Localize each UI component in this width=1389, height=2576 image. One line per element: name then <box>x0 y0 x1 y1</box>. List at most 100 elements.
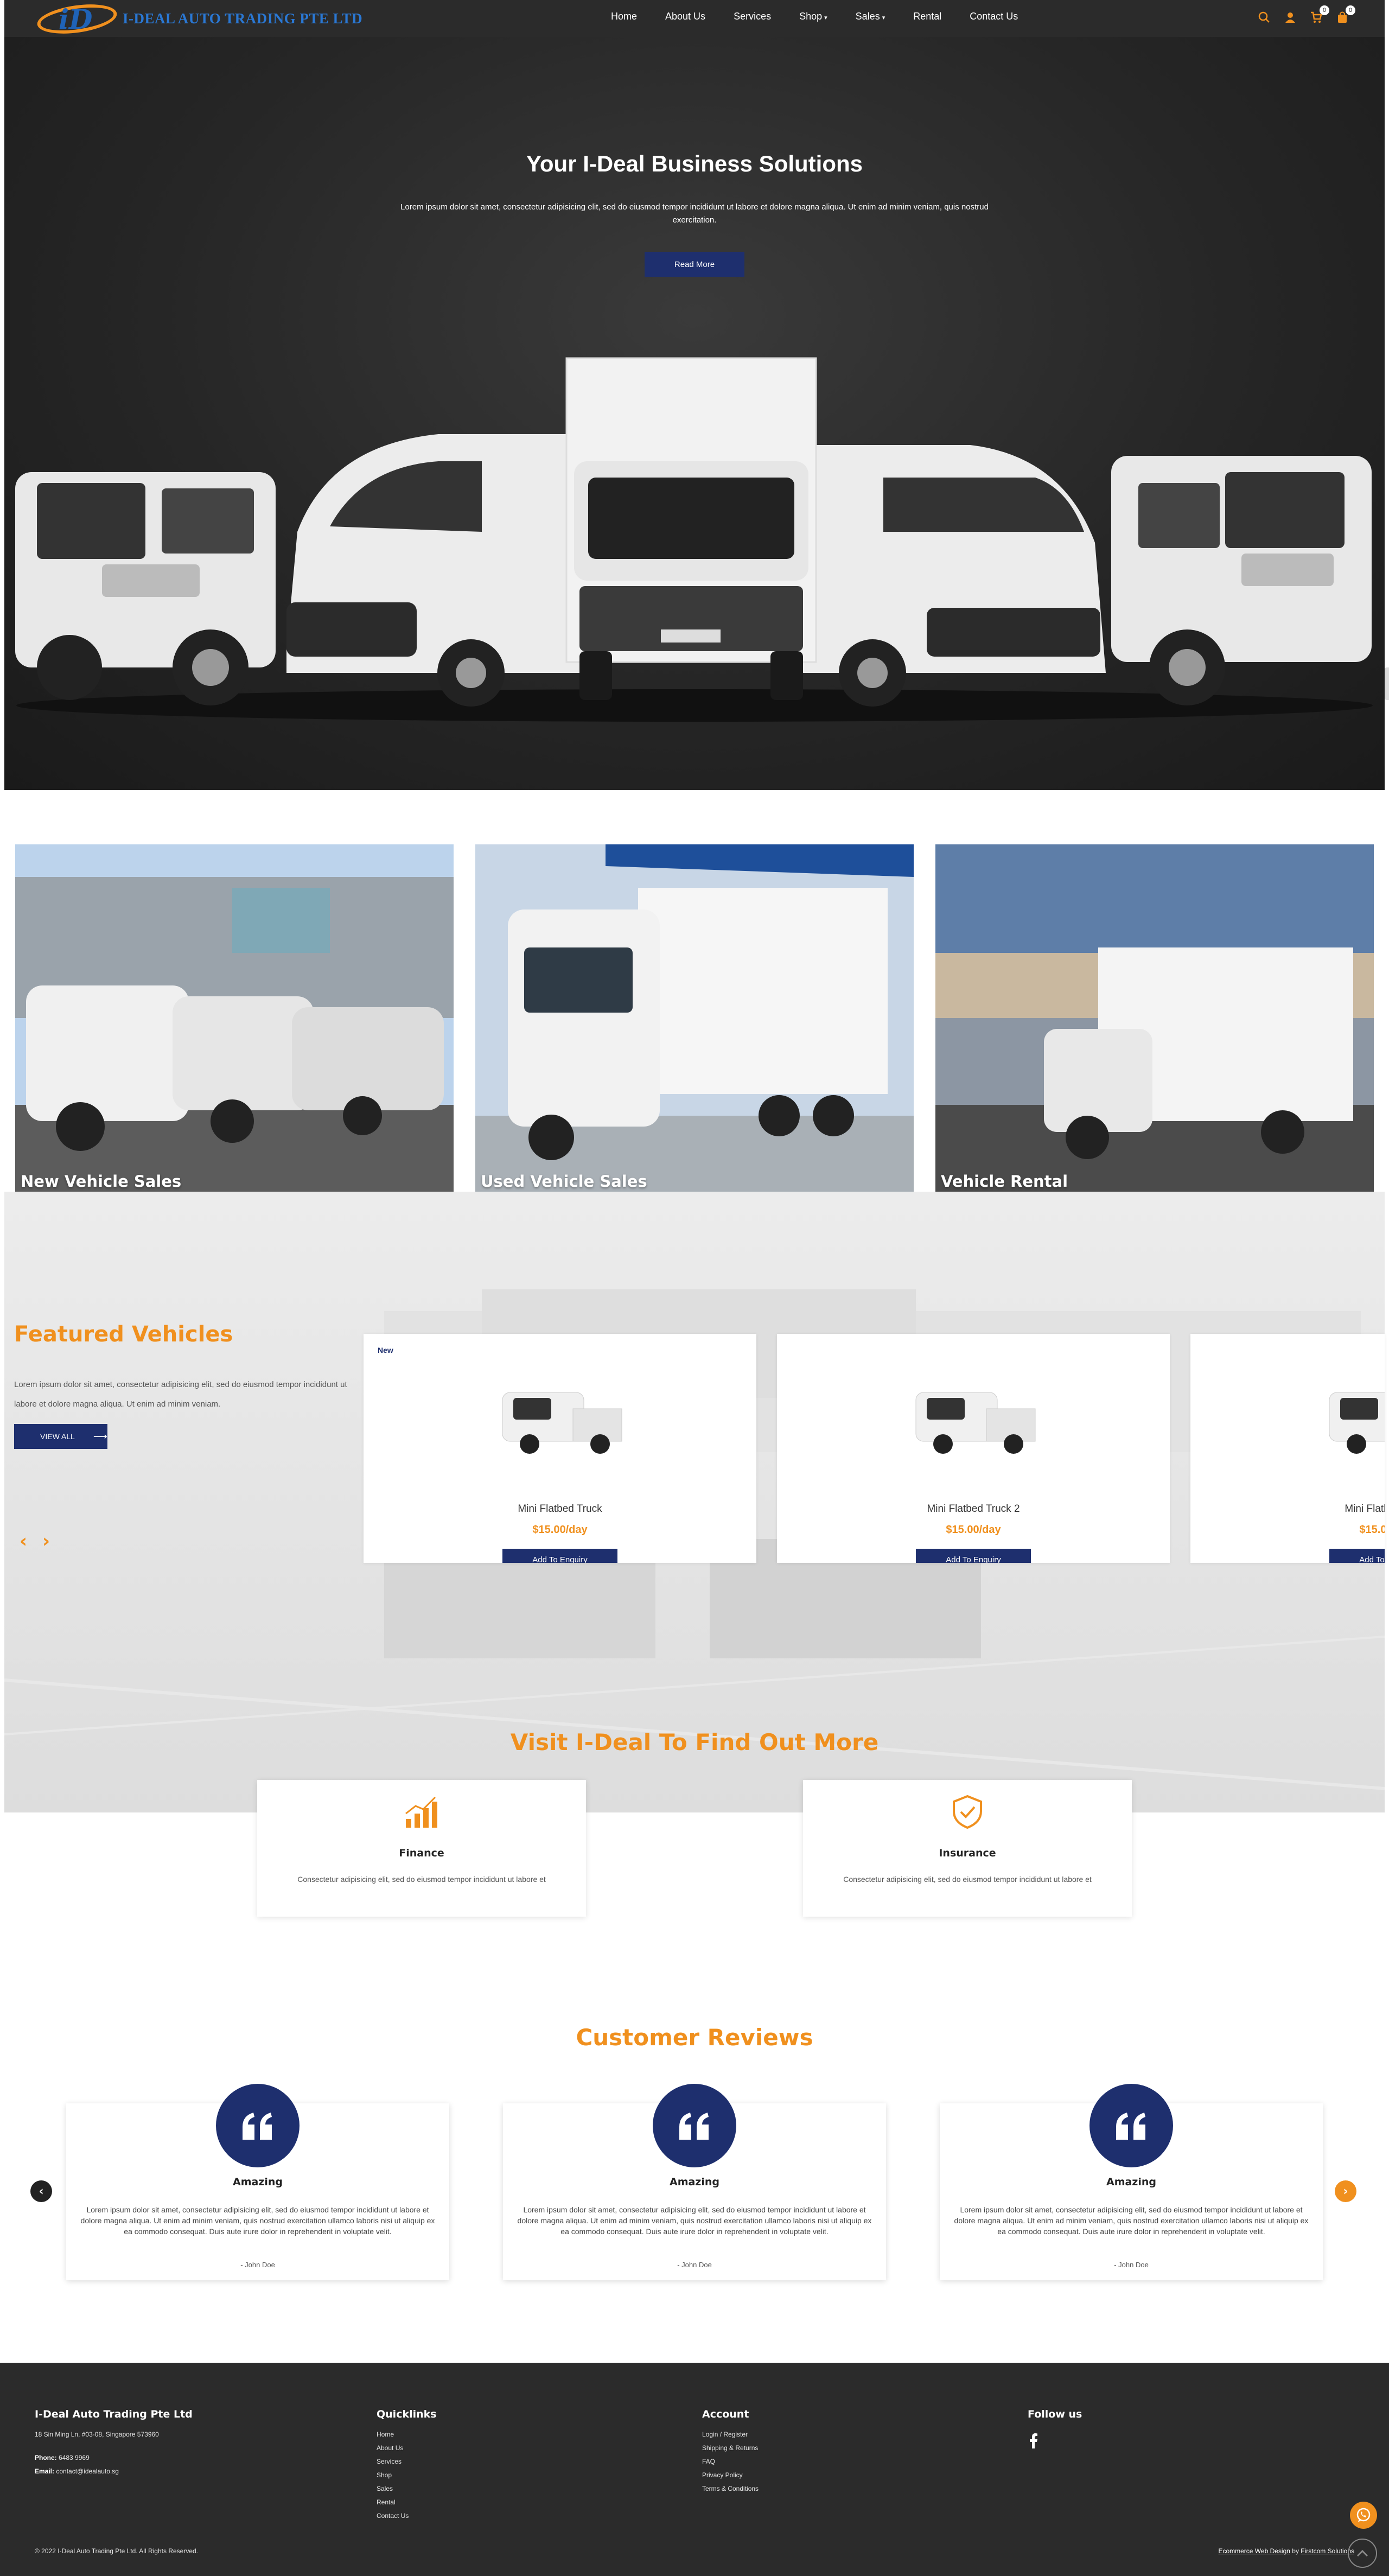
shield-check-icon <box>953 1795 982 1829</box>
whatsapp-icon <box>1356 2508 1371 2522</box>
footer-follow-title: Follow us <box>1028 2408 1082 2420</box>
credit-link-firstcom[interactable]: Firstcom Solutions <box>1301 2547 1354 2555</box>
product-card[interactable]: Mini Flatbed Truck 2 $15.00/day Add To E… <box>777 1334 1170 1563</box>
product-name[interactable]: Mini Flatbed Truck <box>1190 1503 1385 1515</box>
footer-link-login-register[interactable]: Login / Register <box>702 2428 759 2441</box>
footer-company: I-Deal Auto Trading Pte Ltd 18 Sin Ming … <box>35 2408 193 2478</box>
footer-account: Account Login / Register Shipping & Retu… <box>702 2408 759 2496</box>
product-price: $15.00/day <box>946 1524 1001 1536</box>
side-tab[interactable] <box>1385 667 1389 700</box>
footer-quicklinks-title: Quicklinks <box>377 2408 437 2420</box>
review-card: Amazing Lorem ipsum dolor sit amet, cons… <box>66 2084 449 2280</box>
category-card-vehicle-rental[interactable]: Vehicle Rental <box>935 844 1374 1192</box>
nav-contact-us[interactable]: Contact Us <box>970 11 1018 22</box>
product-name[interactable]: Mini Flatbed Truck 2 <box>777 1503 1170 1515</box>
rental-vehicle-image <box>935 844 1374 1192</box>
footer-link-about-us[interactable]: About Us <box>377 2441 437 2455</box>
review-card: Amazing Lorem ipsum dolor sit amet, cons… <box>940 2084 1323 2280</box>
service-card-finance[interactable]: Finance Consectetur adipisicing elit, se… <box>257 1780 586 1917</box>
nav-rental[interactable]: Rental <box>913 11 941 22</box>
credit-link-design[interactable]: Ecommerce Web Design <box>1218 2547 1290 2555</box>
chevron-up-icon <box>1356 2549 1368 2557</box>
hero-vehicles-image <box>15 357 1373 722</box>
chevron-left-icon[interactable]: ‹ <box>20 1530 27 1552</box>
chevron-right-icon[interactable]: › <box>42 1530 50 1552</box>
nav-shop[interactable]: Shop ▾ <box>799 11 827 22</box>
review-title: Amazing <box>1106 2176 1157 2188</box>
review-text: Lorem ipsum dolor sit amet, consectetur … <box>80 2205 435 2236</box>
bag-count-badge: 0 <box>1346 5 1355 15</box>
footer-link-terms-conditions[interactable]: Terms & Conditions <box>702 2482 759 2496</box>
footer-link-sales[interactable]: Sales <box>377 2482 437 2496</box>
category-label: New Vehicle Sales <box>21 1172 182 1191</box>
header-icons: 0 0 <box>1257 5 1355 25</box>
scroll-to-top-button[interactable] <box>1348 2539 1377 2568</box>
hero-banner: Your I-Deal Business Solutions Lorem ips… <box>4 0 1385 790</box>
site-header: iD I-DEAL AUTO TRADING PTE LTD Home Abou… <box>4 0 1385 39</box>
user-icon[interactable] <box>1283 10 1298 25</box>
review-text: Lorem ipsum dolor sit amet, consectetur … <box>954 2205 1309 2236</box>
site-logo[interactable]: iD I-DEAL AUTO TRADING PTE LTD <box>35 0 363 39</box>
product-price: $15.00/day <box>1359 1524 1385 1536</box>
add-to-enquiry-button[interactable]: Add To Enquiry <box>502 1549 617 1563</box>
reviews-prev-button[interactable]: ‹ <box>30 2180 52 2202</box>
category-card-new-vehicle-sales[interactable]: New Vehicle Sales <box>15 844 454 1192</box>
review-text: Lorem ipsum dolor sit amet, consectetur … <box>517 2205 872 2236</box>
footer-follow: Follow us <box>1028 2408 1082 2451</box>
nav-sales[interactable]: Sales ▾ <box>856 11 885 22</box>
logo-text: I-DEAL AUTO TRADING PTE LTD <box>123 10 363 27</box>
footer-link-home[interactable]: Home <box>377 2428 437 2441</box>
facebook-icon[interactable] <box>1028 2433 1038 2448</box>
featured-text: Lorem ipsum dolor sit amet, consectetur … <box>14 1380 347 1409</box>
add-to-enquiry-button[interactable]: Add To Enquiry <box>916 1549 1031 1563</box>
product-card[interactable]: Mini Flatbed Truck $15.00/day Add To Enq… <box>1190 1334 1385 1563</box>
product-image <box>915 1392 1036 1454</box>
service-card-insurance[interactable]: Insurance Consectetur adipisicing elit, … <box>803 1780 1132 1917</box>
nav-about-us[interactable]: About Us <box>665 11 705 22</box>
footer-link-privacy-policy[interactable]: Privacy Policy <box>702 2469 759 2482</box>
quote-icon <box>1089 2084 1173 2167</box>
footer-phone: Phone: 6483 9969 <box>35 2454 90 2461</box>
reviews-title: Customer Reviews <box>576 2024 813 2051</box>
review-author: - John Doe <box>677 2261 712 2269</box>
chevron-left-icon: ‹ <box>39 2184 44 2198</box>
nav-services[interactable]: Services <box>734 11 771 22</box>
cart-count-badge: 0 <box>1320 5 1329 15</box>
service-title: Finance <box>399 1847 444 1859</box>
footer-account-title: Account <box>702 2408 749 2420</box>
whatsapp-button[interactable] <box>1350 2502 1377 2529</box>
footer-email[interactable]: Email: contact@idealauto.sg <box>35 2465 193 2478</box>
read-more-button[interactable]: Read More <box>645 252 744 277</box>
category-label: Used Vehicle Sales <box>481 1172 647 1191</box>
review-title: Amazing <box>669 2176 720 2188</box>
footer-link-shop[interactable]: Shop <box>377 2469 437 2482</box>
footer-link-faq[interactable]: FAQ <box>702 2455 759 2469</box>
product-image <box>502 1392 622 1454</box>
footer-quicklinks: Quicklinks Home About Us Services Shop S… <box>377 2408 437 2523</box>
product-name[interactable]: Mini Flatbed Truck <box>364 1503 756 1515</box>
main-nav: Home About Us Services Shop ▾ Sales ▾ Rent… <box>611 11 1046 22</box>
service-text: Consectetur adipisicing elit, sed do eiu… <box>843 1875 1092 1884</box>
bag-icon[interactable]: 0 <box>1335 5 1355 25</box>
footer-link-shipping-returns[interactable]: Shipping & Returns <box>702 2441 759 2455</box>
reviews-next-button[interactable]: › <box>1335 2180 1356 2202</box>
add-to-enquiry-button[interactable]: Add To Enquiry <box>1329 1549 1385 1563</box>
credit-text: Ecommerce Web Design by Firstcom Solutio… <box>1218 2547 1354 2555</box>
service-title: Insurance <box>939 1847 996 1859</box>
review-author: - John Doe <box>240 2261 275 2269</box>
search-icon[interactable] <box>1257 10 1272 25</box>
nav-home[interactable]: Home <box>611 11 637 22</box>
site-footer: I-Deal Auto Trading Pte Ltd 18 Sin Ming … <box>0 2363 1389 2576</box>
arrow-right-icon: ⟶ <box>93 1430 107 1442</box>
view-all-button[interactable]: VIEW ALL ⟶ <box>14 1424 107 1449</box>
copyright-text: © 2022 I-Deal Auto Trading Pte Ltd. All … <box>35 2547 199 2555</box>
product-card[interactable]: New Mini Flatbed Truck $15.00/day Add To… <box>364 1334 756 1563</box>
review-title: Amazing <box>232 2176 283 2188</box>
cart-icon[interactable]: 0 <box>1309 5 1329 25</box>
category-card-used-vehicle-sales[interactable]: Used Vehicle Sales <box>475 844 914 1192</box>
product-price: $15.00/day <box>532 1524 588 1536</box>
footer-link-rental[interactable]: Rental <box>377 2496 437 2509</box>
review-author: - John Doe <box>1114 2261 1149 2269</box>
footer-link-contact-us[interactable]: Contact Us <box>377 2509 437 2523</box>
footer-link-services[interactable]: Services <box>377 2455 437 2469</box>
